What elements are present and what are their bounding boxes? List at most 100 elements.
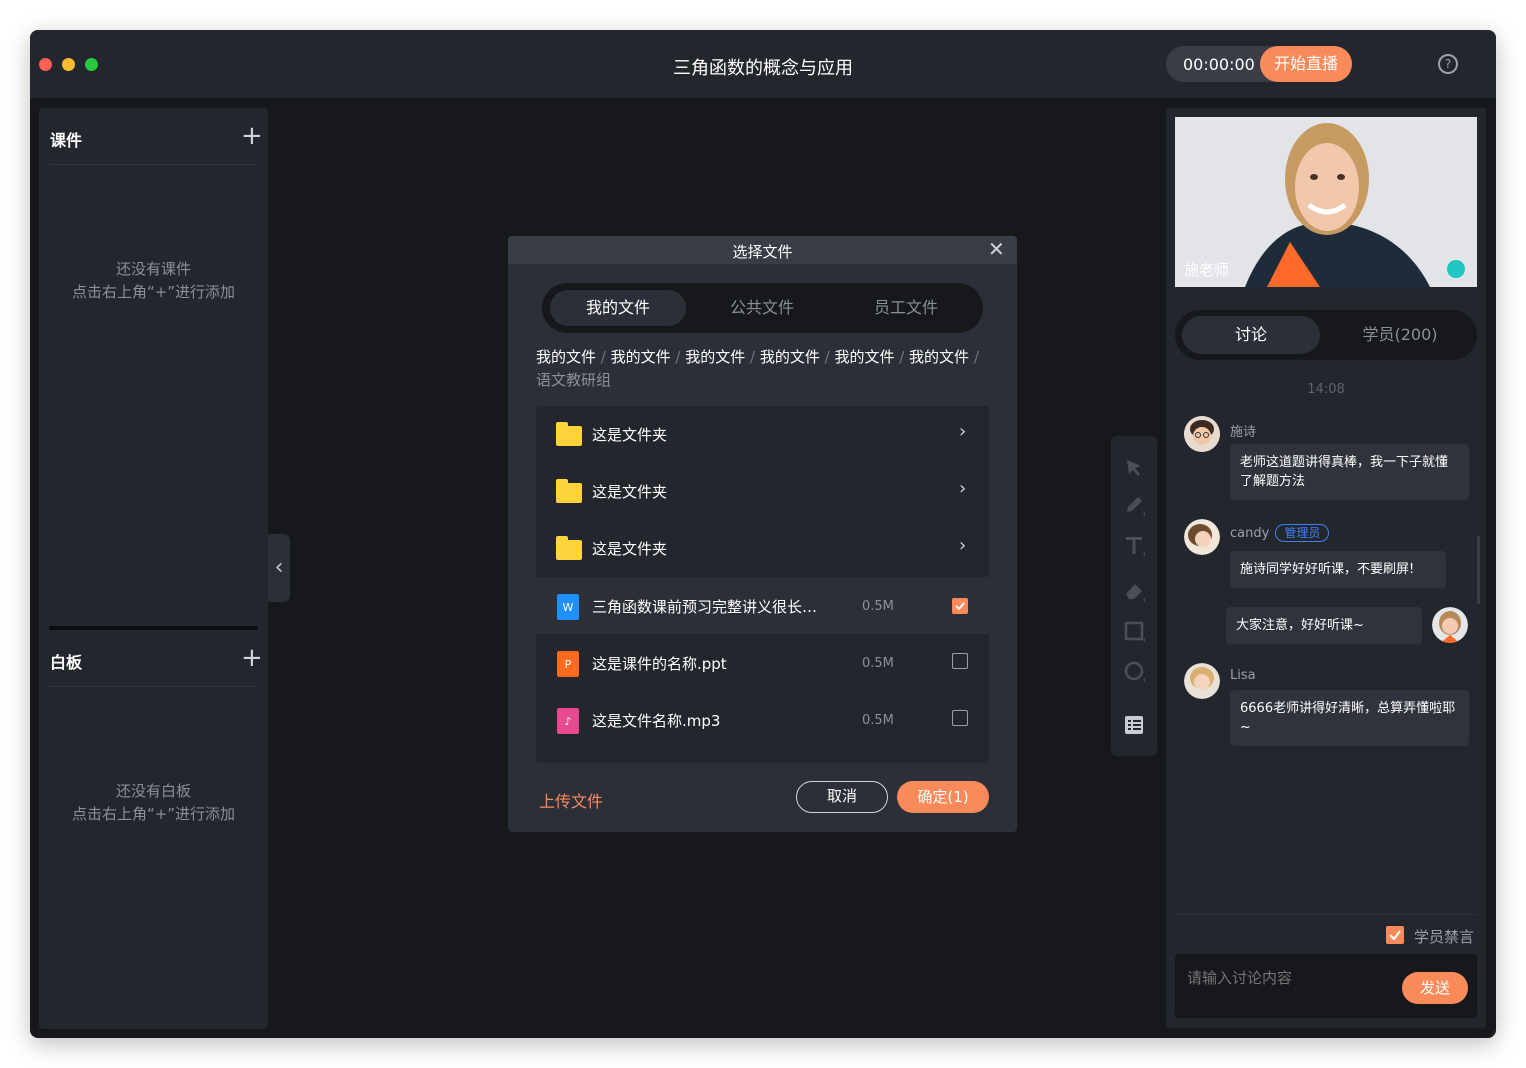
cancel-button[interactable]: 取消 xyxy=(796,781,888,813)
file-size: 0.5M xyxy=(862,656,894,671)
tab-students[interactable]: 学员(200) xyxy=(1330,316,1470,354)
rectangle-icon[interactable] xyxy=(1123,620,1145,642)
courseware-title: 课件 xyxy=(50,131,83,150)
left-sidebar: 课件 + 还没有课件 点击右上角“+”进行添加 白板 + 还没有白板 点击右上角… xyxy=(39,108,268,1029)
chat-message: 老师这道题讲得真棒，我一下子就懂了解题方法 xyxy=(1230,444,1469,500)
avatar-image xyxy=(1184,519,1220,555)
list-icon[interactable] xyxy=(1123,714,1145,736)
chevron-right-icon: › xyxy=(959,478,967,499)
file-row[interactable]: W 三角函数课前预习完整讲义很长… 0.5M xyxy=(536,577,989,634)
file-checkbox[interactable] xyxy=(952,598,968,614)
close-icon[interactable]: ✕ xyxy=(988,238,1005,260)
teacher-name: 施老师 xyxy=(1184,261,1230,279)
breadcrumb-item[interactable]: 我的文件 xyxy=(834,348,894,366)
section-divider[interactable] xyxy=(49,626,258,630)
divider xyxy=(49,686,258,687)
upload-file-link[interactable]: 上传文件 xyxy=(539,788,603,812)
chevron-right-icon: › xyxy=(959,421,967,442)
file-name: 这是课件的名称.ppt xyxy=(592,655,727,673)
pointer-icon[interactable] xyxy=(1123,456,1145,478)
folder-icon xyxy=(556,422,582,446)
word-file-icon: W xyxy=(557,594,579,620)
folder-icon xyxy=(556,479,582,503)
confirm-button[interactable]: 确定(1) xyxy=(897,781,989,813)
folder-name: 这是文件夹 xyxy=(592,540,668,558)
file-size: 0.5M xyxy=(862,713,894,728)
whiteboard-title: 白板 xyxy=(50,653,83,672)
empty-text: 还没有课件 xyxy=(115,260,191,278)
folder-name: 这是文件夹 xyxy=(592,426,668,444)
breadcrumb: 我的文件 / 我的文件 / 我的文件 / 我的文件 / 我的文件 / 我的文件 … xyxy=(536,348,979,389)
file-row[interactable]: P 这是课件的名称.ppt 0.5M xyxy=(536,634,989,691)
chevron-left-icon: ‹ xyxy=(274,555,284,580)
mute-students-label: 学员禁言 xyxy=(1414,928,1475,946)
chat-timestamp: 14:08 xyxy=(1307,382,1345,397)
avatar[interactable] xyxy=(1184,663,1220,699)
breadcrumb-item[interactable]: 我的文件 xyxy=(611,348,671,366)
file-name: 这是文件名称.mp3 xyxy=(592,712,721,730)
file-checkbox[interactable] xyxy=(952,710,968,726)
title-bar: 三角函数的概念与应用 00:00:00 开始直播 ? xyxy=(30,30,1496,98)
mute-students-checkbox[interactable] xyxy=(1386,926,1404,944)
tab-discussion[interactable]: 讨论 xyxy=(1182,316,1320,354)
audio-file-icon: ♪ xyxy=(557,708,579,734)
folder-row[interactable]: 这是文件夹 › xyxy=(536,463,989,520)
empty-hint: 点击右上角“+”进行添加 xyxy=(71,805,236,823)
folder-row[interactable]: 这是文件夹 › xyxy=(536,520,989,577)
chevron-right-icon: › xyxy=(959,535,967,556)
divider xyxy=(1175,914,1477,915)
empty-text: 还没有白板 xyxy=(115,782,191,800)
sender-name: 施诗 xyxy=(1230,425,1257,440)
tab-public-files[interactable]: 公共文件 xyxy=(694,290,830,326)
check-icon xyxy=(1389,930,1401,941)
sender-name: candy xyxy=(1230,526,1270,541)
help-icon[interactable]: ? xyxy=(1438,54,1458,74)
app-window: 三角函数的概念与应用 00:00:00 开始直播 ? 课件 + 还没有课件 点击… xyxy=(30,30,1496,1038)
breadcrumb-item[interactable]: 我的文件 xyxy=(760,348,820,366)
admin-badge: 管理员 xyxy=(1275,524,1330,542)
dialog-title: 选择文件 xyxy=(732,243,793,261)
send-button[interactable]: 发送 xyxy=(1402,972,1468,1004)
chat-input[interactable] xyxy=(1185,968,1399,988)
eraser-icon[interactable] xyxy=(1123,580,1145,602)
avatar-image xyxy=(1432,607,1468,643)
breadcrumb-item[interactable]: 我的文件 xyxy=(685,348,745,366)
breadcrumb-item[interactable]: 我的文件 xyxy=(536,348,596,366)
chat-message: 施诗同学好好听课，不要刷屏! xyxy=(1230,551,1446,588)
file-checkbox[interactable] xyxy=(952,653,968,669)
file-size: 0.5M xyxy=(862,599,894,614)
chat-tabs: 讨论 学员(200) xyxy=(1175,310,1477,360)
chat-scrollbar[interactable] xyxy=(1477,536,1480,604)
select-file-dialog: 选择文件 ✕ 我的文件 公共文件 员工文件 我的文件 / 我的文件 / 我的文件… xyxy=(508,236,1017,832)
ppt-file-icon: P xyxy=(557,651,579,677)
divider xyxy=(49,164,258,165)
collapse-sidebar-button[interactable]: ‹ xyxy=(268,534,290,602)
folder-row[interactable]: 这是文件夹 › xyxy=(536,406,989,463)
dialog-header: 选择文件 ✕ xyxy=(508,236,1017,264)
add-courseware-icon[interactable]: + xyxy=(241,123,263,149)
circle-icon[interactable] xyxy=(1123,660,1145,682)
folder-icon xyxy=(556,536,582,560)
breadcrumb-item[interactable]: 我的文件 xyxy=(909,348,969,366)
chat-message: 6666老师讲得好清晰，总算弄懂啦耶~ xyxy=(1230,690,1469,746)
pencil-icon[interactable] xyxy=(1123,494,1145,516)
file-name: 三角函数课前预习完整讲义很长… xyxy=(592,598,818,616)
drawing-toolbar xyxy=(1111,436,1157,756)
start-live-button[interactable]: 开始直播 xyxy=(1260,46,1352,82)
avatar-image xyxy=(1184,416,1220,452)
add-whiteboard-icon[interactable]: + xyxy=(241,645,263,671)
breadcrumb-current: 语文教研组 xyxy=(536,371,612,389)
file-list: 这是文件夹 › 这是文件夹 › 这是文件夹 › W 三角函数课前预习完整讲义很长… xyxy=(536,406,989,763)
file-row[interactable]: ♪ 这是文件名称.mp3 0.5M xyxy=(536,691,989,748)
live-timer: 00:00:00 开始直播 xyxy=(1166,46,1352,82)
tab-my-files[interactable]: 我的文件 xyxy=(550,290,686,326)
avatar-image xyxy=(1184,663,1220,699)
avatar[interactable] xyxy=(1184,519,1220,555)
avatar[interactable] xyxy=(1184,416,1220,452)
tab-staff-files[interactable]: 员工文件 xyxy=(838,290,974,326)
chat-message-self: 大家注意，好好听课~ xyxy=(1226,607,1422,644)
check-icon xyxy=(955,602,965,611)
avatar[interactable] xyxy=(1432,607,1468,643)
text-icon[interactable] xyxy=(1123,534,1145,556)
right-sidebar: 施老师 讨论 学员(200) 14:08 施诗 老师这道题讲得真棒，我一下子就懂… xyxy=(1166,108,1486,1028)
